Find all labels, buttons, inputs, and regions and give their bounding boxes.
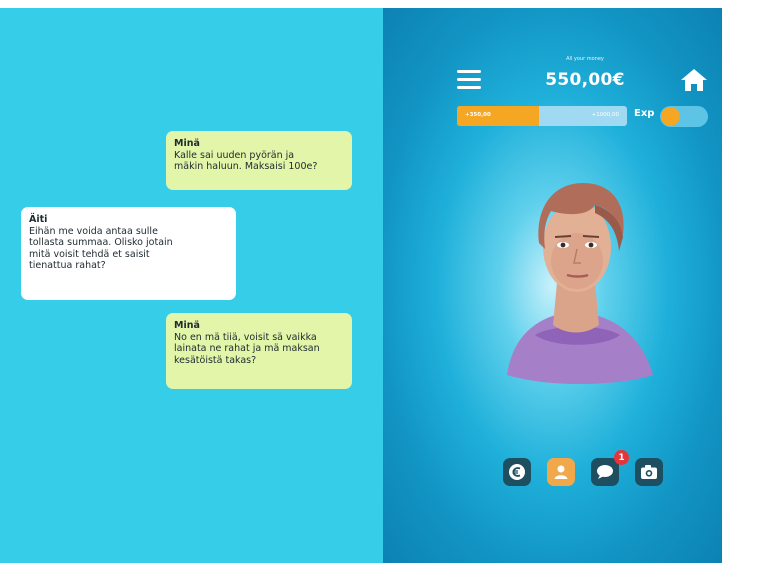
home-icon[interactable] bbox=[680, 68, 708, 92]
chat-icon bbox=[597, 465, 613, 479]
message-text: Kalle sai uuden pyörän ja mäkin haluun. … bbox=[174, 149, 318, 173]
euro-icon bbox=[509, 464, 525, 480]
character-portrait bbox=[507, 183, 653, 384]
message-sender: Äiti bbox=[29, 214, 48, 225]
nav-money-button[interactable] bbox=[503, 458, 531, 486]
message-text: Eihän me voida antaa sulle tollasta summ… bbox=[29, 225, 173, 272]
message-bubble-me: Minä No en mä tiiä, voisit sä vaikka lai… bbox=[166, 313, 352, 389]
camera-icon bbox=[641, 465, 657, 479]
money-caption: All your money bbox=[566, 56, 604, 62]
exp-toggle[interactable] bbox=[660, 106, 708, 127]
message-sender: Minä bbox=[174, 320, 200, 331]
nav-camera-button[interactable] bbox=[635, 458, 663, 486]
message-text: No en mä tiiä, voisit sä vaikka lainata … bbox=[174, 331, 320, 366]
menu-icon[interactable] bbox=[457, 70, 481, 89]
margin-area bbox=[722, 8, 770, 563]
nav-profile-button[interactable] bbox=[547, 458, 575, 486]
savings-progress-bar: +350,00 +1000,00 bbox=[457, 106, 627, 126]
exp-label: Exp bbox=[634, 108, 655, 119]
money-balance: 550,00€ bbox=[545, 70, 625, 90]
message-bubble-other: Äiti Eihän me voida antaa sulle tollasta… bbox=[21, 207, 236, 300]
message-sender: Minä bbox=[174, 138, 200, 149]
profile-icon bbox=[554, 465, 568, 479]
toggle-knob bbox=[661, 107, 680, 126]
progress-goal-label: +1000,00 bbox=[591, 112, 619, 118]
chat-notification-badge: 1 bbox=[614, 450, 629, 465]
bottom-nav bbox=[503, 458, 668, 492]
message-bubble-me: Minä Kalle sai uuden pyörän ja mäkin hal… bbox=[166, 131, 352, 190]
progress-current-label: +350,00 bbox=[465, 112, 491, 118]
